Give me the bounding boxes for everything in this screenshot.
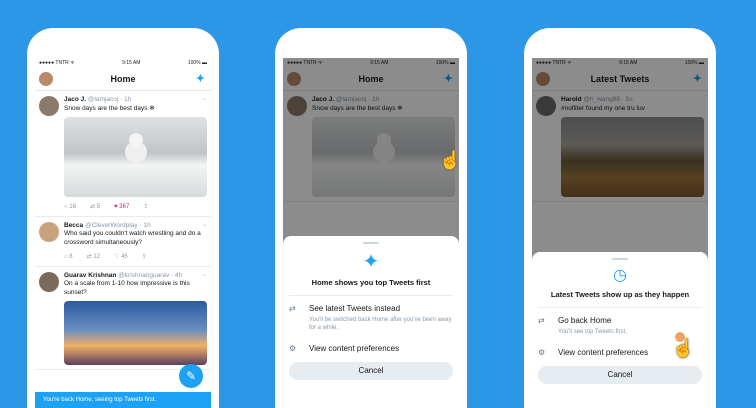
tweet-handle: @krishnanguarav · 4h	[118, 271, 183, 279]
avatar[interactable]	[39, 221, 59, 242]
tweet-author[interactable]: Jaco J.	[64, 96, 86, 103]
screen: ●●●●● TNTR ᯤ 9:15 AM 100% ▬ Latest Tweet…	[532, 58, 708, 408]
option-label: See latest Tweets instead	[309, 304, 401, 313]
like-count: 45	[121, 254, 128, 260]
option-description: You'll be switched back Home after you'v…	[309, 317, 452, 331]
sparkle-icon[interactable]: ✦	[196, 72, 205, 86]
toast-notification: You're back Home, seeing top Tweets firs…	[35, 392, 211, 408]
tweet-author[interactable]: Becca	[64, 222, 83, 229]
avatar[interactable]	[39, 96, 59, 116]
tweet-handle: @lamjacoj · 1h	[87, 96, 132, 103]
share-icon[interactable]: ⇪	[142, 253, 147, 262]
tap-hand-icon: ☝	[672, 338, 695, 358]
page-title: Home	[110, 74, 136, 84]
tap-hand-icon: ☝	[439, 150, 459, 170]
battery: 100% ▬	[187, 60, 207, 66]
cancel-button[interactable]: Cancel	[289, 362, 453, 380]
reply-button[interactable]: ○ 8	[64, 253, 73, 262]
tweet-photo-sunset[interactable]	[64, 301, 207, 365]
profile-avatar[interactable]	[39, 72, 53, 86]
tweet-text: Snow days are the best days ❄	[64, 104, 155, 112]
sparkle-icon: ✦	[362, 251, 380, 273]
nav-header: Home ✦	[35, 68, 211, 91]
option-label: View content preferences	[309, 344, 400, 353]
phone-home-sheet: ●●●●● TNTR ᯤ 9:15 AM 100% ▬ Home ✦ Jaco …	[275, 28, 467, 408]
compose-tweet-button[interactable]: ✎	[179, 364, 203, 388]
phone-home-timeline: ●●●●● TNTR ᯤ 9:15 AM 100% ▬ Home ✦ Jaco …	[27, 28, 219, 408]
screen: ●●●●● TNTR ᯤ 9:15 AM 100% ▬ Home ✦ Jaco …	[35, 58, 211, 408]
phone-latest-sheet: ●●●●● TNTR ᯤ 9:15 AM 100% ▬ Latest Tweet…	[524, 28, 716, 408]
sheet-grab-handle[interactable]	[363, 242, 379, 244]
tweet-text: On a scale from 1-10 how impressive is t…	[64, 280, 190, 296]
gear-icon: ⚙	[289, 344, 297, 353]
snowman-shape	[128, 133, 143, 147]
tweet-photo-snowman[interactable]	[64, 117, 207, 197]
retweet-count: 5	[96, 204, 101, 210]
like-count: 367	[119, 204, 130, 210]
status-bar: ●●●●● TNTR ᯤ 9:15 AM 100% ▬	[35, 58, 211, 68]
reply-button[interactable]: ○ 16	[64, 203, 76, 212]
tweet-text: Who said you couldn't watch wrestling an…	[64, 230, 201, 246]
reply-count: 8	[69, 254, 73, 260]
tweet-actions: ○ 16 ⇄ 5 ♥ 367 ⇪	[64, 203, 207, 212]
like-button[interactable]: ♥ 367	[114, 203, 129, 212]
retweet-count: 12	[93, 254, 101, 260]
clock: 9:15 AM	[122, 60, 141, 66]
divider	[538, 307, 702, 308]
cancel-button[interactable]: Cancel	[538, 366, 702, 384]
chevron-down-icon[interactable]: ⌄	[202, 95, 207, 102]
timeline-switch-sheet: ◷ Latest Tweets show up as they happen ⇄…	[532, 252, 708, 408]
see-latest-tweets-option[interactable]: ⇄ See latest Tweets instead You'll be sw…	[283, 304, 459, 332]
sheet-grab-handle[interactable]	[612, 258, 628, 260]
reply-count: 16	[69, 204, 76, 210]
divider	[289, 295, 453, 296]
retweet-button[interactable]: ⇄ 5	[90, 203, 100, 212]
option-label: View content preferences	[558, 348, 649, 357]
like-button[interactable]: ♡ 45	[114, 253, 128, 262]
sheet-title: Home shows you top Tweets first	[311, 278, 431, 287]
chevron-down-icon[interactable]: ⌄	[202, 271, 207, 278]
content-preferences-option[interactable]: ⚙ View content preferences	[283, 344, 459, 354]
share-icon[interactable]: ⇪	[143, 203, 148, 212]
swap-icon: ⇄	[538, 316, 545, 325]
timeline-switch-sheet: ✦ Home shows you top Tweets first ⇄ See …	[283, 236, 459, 408]
option-description: You'll see top Tweets first.	[558, 329, 627, 335]
tweet-author[interactable]: Guarav Krishnan	[64, 272, 116, 279]
tweet[interactable]: Jaco J. @lamjacoj · 1h Snow days are the…	[35, 91, 211, 217]
sheet-title: Latest Tweets show up as they happen	[550, 290, 690, 299]
option-label: Go back Home	[558, 316, 612, 325]
carrier: ●●●●● TNTR ᯤ	[39, 60, 75, 66]
tweet[interactable]: Becca @CleverWordplay · 1h Who said you …	[35, 217, 211, 267]
swap-icon: ⇄	[289, 304, 296, 313]
avatar[interactable]	[39, 271, 59, 292]
tweet-actions: ○ 8 ⇄ 12 ♡ 45 ⇪	[64, 253, 207, 262]
tweet[interactable]: Guarav Krishnan @krishnanguarav · 4h On …	[35, 267, 211, 370]
screen: ●●●●● TNTR ᯤ 9:15 AM 100% ▬ Home ✦ Jaco …	[283, 58, 459, 408]
clock-icon: ◷	[613, 267, 627, 284]
gear-icon: ⚙	[538, 348, 546, 357]
retweet-button[interactable]: ⇄ 12	[87, 253, 100, 262]
tweet-handle: @CleverWordplay · 1h	[84, 221, 151, 229]
chevron-down-icon[interactable]: ⌄	[202, 221, 207, 228]
